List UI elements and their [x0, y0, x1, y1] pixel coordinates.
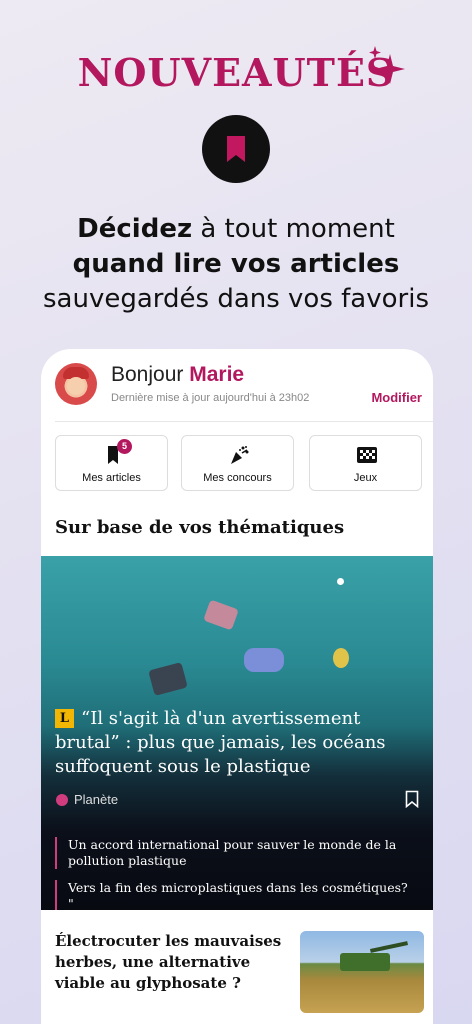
bookmark-badge: [202, 115, 270, 183]
premium-badge: L: [55, 709, 74, 728]
games-button[interactable]: Jeux: [309, 435, 422, 491]
greeting: Bonjour Marie: [111, 363, 245, 386]
shortcut-label: Mes articles: [82, 472, 141, 484]
greeting-row: Bonjour Marie Dernière mise à jour aujou…: [41, 349, 433, 421]
headline-bold-1: Décidez: [77, 214, 193, 244]
shortcut-label: Jeux: [353, 472, 378, 484]
related-link[interactable]: Vers la fin des microplastiques dans les…: [55, 880, 415, 910]
my-articles-button[interactable]: 5 Mes articles: [55, 435, 168, 491]
article-thumbnail[interactable]: [300, 931, 424, 1013]
bookmark-outline-icon[interactable]: [405, 790, 419, 808]
category-tag[interactable]: Planète: [56, 792, 118, 807]
phone-preview: Bonjour Marie Dernière mise à jour aujou…: [41, 349, 433, 1024]
divider: [55, 421, 433, 422]
modify-button[interactable]: Modifier: [371, 390, 422, 405]
last-update-text: Dernière mise à jour aujourd'hui à 23h02: [111, 392, 310, 404]
promo-headline: Décidez à tout moment quand lire vos art…: [0, 212, 472, 317]
sparkle-icon: [369, 46, 405, 84]
bookmark-icon: [227, 136, 245, 162]
section-title: Sur base de vos thématiques: [55, 517, 345, 538]
headline-line-3: sauvegardés dans vos favoris: [43, 284, 429, 314]
related-link[interactable]: Un accord international pour sauver le m…: [55, 837, 415, 869]
my-contests-button[interactable]: Mes concours: [181, 435, 294, 491]
avatar[interactable]: [55, 363, 97, 405]
hero-headline[interactable]: L “Il s'agit là d'un avertissement brutal…: [55, 707, 425, 779]
articles-count-badge: 5: [117, 439, 132, 454]
hero-article[interactable]: L “Il s'agit là d'un avertissement brutal…: [41, 556, 433, 910]
headline-rest-1: à tout moment: [192, 214, 395, 244]
shortcut-label: Mes concours: [203, 472, 272, 484]
article-headline[interactable]: Électrocuter les mauvaises herbes, une a…: [55, 931, 295, 994]
planet-icon: [56, 793, 68, 806]
user-name: Marie: [189, 363, 245, 386]
party-popper-icon: [231, 446, 249, 464]
checkered-grid-icon: [357, 447, 377, 463]
headline-bold-2: quand lire vos articles: [72, 249, 400, 279]
